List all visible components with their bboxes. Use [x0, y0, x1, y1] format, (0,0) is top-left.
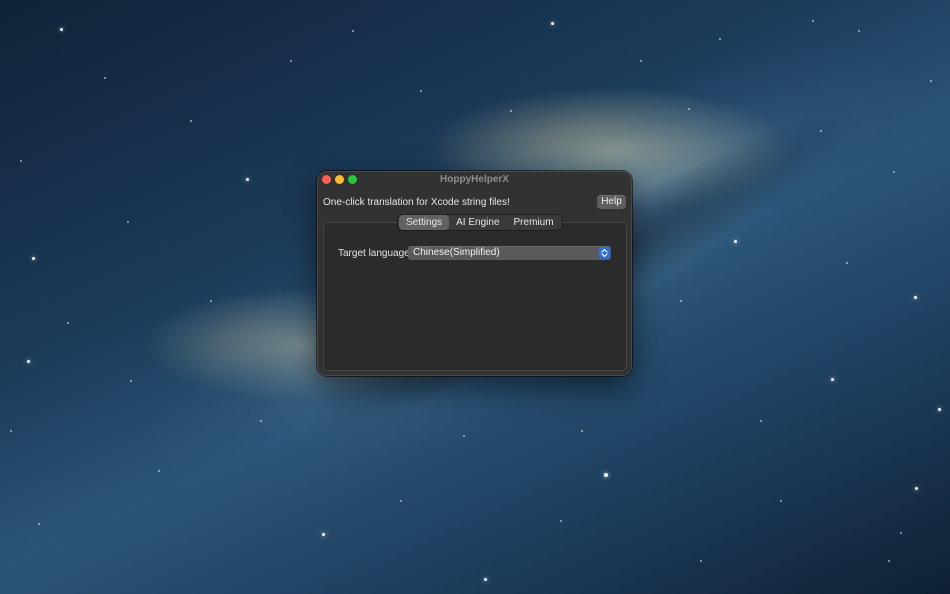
star — [900, 532, 902, 534]
star — [352, 30, 354, 32]
star — [510, 110, 512, 112]
star — [719, 38, 721, 40]
tagline-text: One-click translation for Xcode string f… — [323, 197, 510, 208]
star — [60, 28, 63, 31]
star — [893, 171, 895, 173]
star — [858, 30, 860, 32]
star — [680, 300, 682, 302]
star — [760, 420, 762, 422]
star — [820, 130, 822, 132]
target-language-value: Chinese(Simplified) — [413, 247, 500, 258]
title-bar[interactable]: HoppyHelperX — [317, 171, 632, 189]
tab-bar: Settings AI Engine Premium — [398, 215, 562, 230]
star — [260, 420, 262, 422]
star — [27, 360, 30, 363]
star — [158, 470, 160, 472]
target-language-label: Target language — [338, 248, 410, 259]
star — [400, 500, 402, 502]
star — [127, 221, 129, 223]
star — [32, 257, 35, 260]
star — [463, 435, 465, 437]
star — [20, 160, 22, 162]
star — [190, 120, 192, 122]
star — [938, 408, 941, 411]
star — [780, 500, 782, 502]
star — [812, 20, 814, 22]
star — [734, 240, 737, 243]
star — [246, 178, 249, 181]
app-window: HoppyHelperX One-click translation for X… — [317, 171, 632, 376]
star — [10, 430, 12, 432]
star — [640, 60, 642, 62]
star — [915, 487, 918, 490]
star — [914, 296, 917, 299]
tab-premium[interactable]: Premium — [507, 215, 561, 230]
star — [888, 560, 890, 562]
star — [484, 578, 487, 581]
star — [67, 322, 69, 324]
star — [930, 80, 932, 82]
tab-panel — [323, 222, 627, 371]
star — [290, 60, 292, 62]
star — [38, 523, 40, 525]
star — [560, 520, 562, 522]
star — [420, 90, 422, 92]
target-language-select[interactable]: Chinese(Simplified) — [408, 246, 611, 260]
star — [700, 560, 702, 562]
star — [210, 300, 212, 302]
window-title: HoppyHelperX — [440, 174, 509, 185]
star — [551, 22, 554, 25]
star — [581, 430, 583, 432]
star — [130, 380, 132, 382]
star — [831, 378, 834, 381]
star — [322, 533, 325, 536]
tab-settings[interactable]: Settings — [399, 215, 450, 230]
star — [846, 262, 848, 264]
chevron-up-down-icon — [599, 247, 610, 259]
tab-ai-engine[interactable]: AI Engine — [449, 215, 506, 230]
star — [104, 77, 106, 79]
star — [688, 108, 690, 110]
help-button[interactable]: Help — [597, 195, 626, 209]
star — [604, 473, 608, 477]
